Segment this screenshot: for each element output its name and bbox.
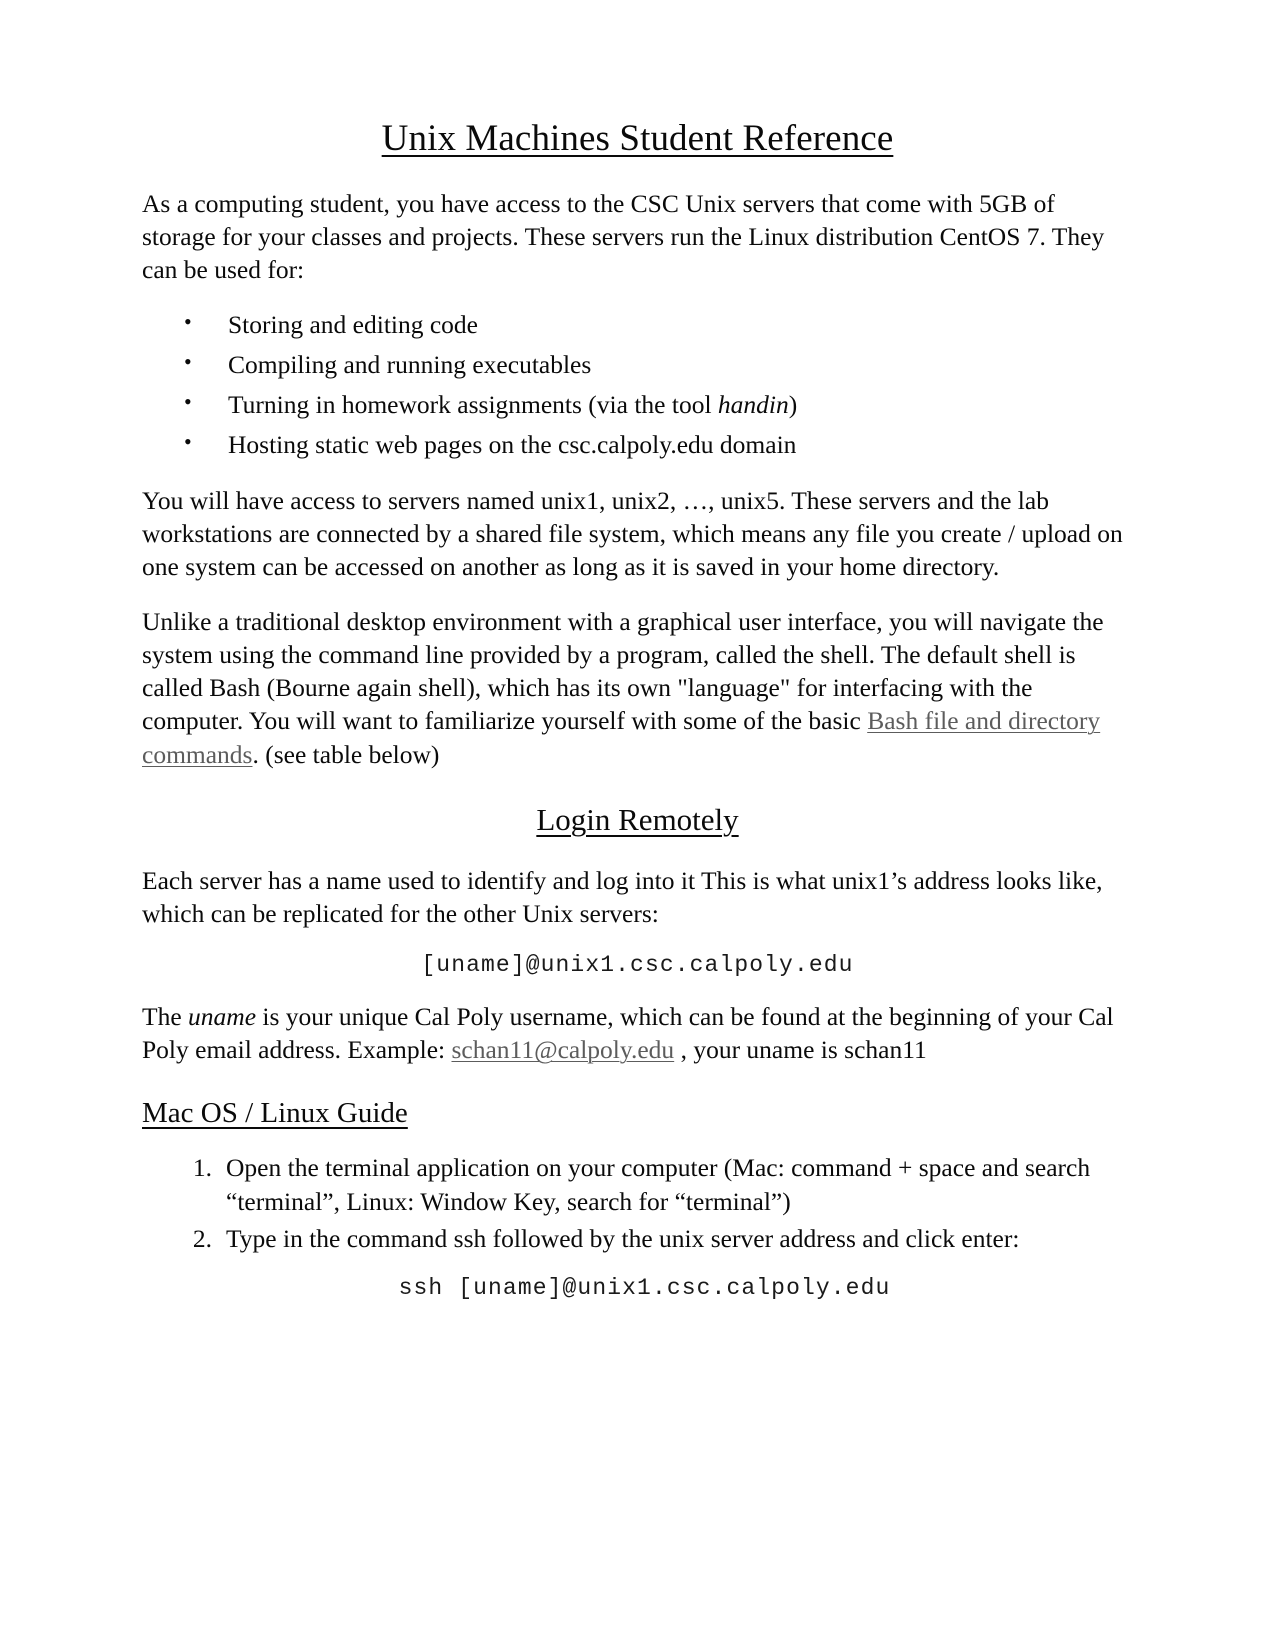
bullet-text-storing: Storing and editing code (228, 309, 478, 339)
login-remotely-heading-text: Login Remotely (536, 801, 739, 837)
bullet-text-hosting: Hosting static web pages on the csc.calp… (228, 430, 797, 460)
servers-paragraph: You will have access to servers named un… (142, 485, 1123, 581)
list-item: Turning in homework assignments (via the… (184, 387, 1133, 421)
uname-paragraph: The uname is your unique Cal Poly userna… (142, 1000, 1133, 1066)
list-item: Storing and editing code (184, 307, 1133, 341)
unix-address-code: [uname]@unix1.csc.calpoly.edu (421, 952, 854, 979)
bullet-text-handin-after: ) (788, 390, 798, 420)
uname-paragraph-before: The (142, 1002, 189, 1032)
page-title: Unix Machines Student Reference (142, 118, 1133, 161)
uname-paragraph-after: , your uname is schan11 (674, 1035, 927, 1065)
list-item: Compiling and running executables (184, 347, 1133, 381)
document-page: Unix Machines Student Reference As a com… (0, 0, 1275, 1650)
uname-italic: uname (188, 1002, 257, 1032)
intro-paragraph: As a computing student, you have access … (142, 188, 1105, 284)
step-2-text: Type in the command ssh followed by the … (226, 1223, 1020, 1253)
shell-paragraph-after-link: . (see table below) (252, 739, 440, 769)
ssh-command-code: ssh [uname]@unix1.csc.calpoly.edu (398, 1275, 891, 1302)
bullet-text-handin-before: Turning in homework assignments (via the… (228, 390, 718, 420)
login-intro-paragraph: Each server has a name used to identify … (142, 865, 1103, 928)
mac-linux-guide-heading: Mac OS / Linux Guide (142, 1096, 1133, 1131)
page-title-text: Unix Machines Student Reference (381, 118, 894, 159)
list-item: Open the terminal application on your co… (178, 1151, 1133, 1218)
list-item: Hosting static web pages on the csc.calp… (184, 427, 1133, 461)
mac-linux-steps-list: Open the terminal application on your co… (142, 1151, 1133, 1255)
shell-paragraph: Unlike a traditional desktop environment… (142, 605, 1133, 771)
email-link[interactable]: schan11@calpoly.edu (451, 1035, 674, 1064)
list-item: Type in the command ssh followed by the … (178, 1222, 1133, 1256)
login-remotely-heading: Login Remotely (142, 801, 1133, 838)
uses-bullet-list: Storing and editing code Compiling and r… (142, 307, 1133, 462)
bullet-text-compiling: Compiling and running executables (228, 350, 592, 380)
bullet-text-handin-italic: handin (717, 390, 789, 420)
mac-linux-guide-heading-text: Mac OS / Linux Guide (142, 1097, 408, 1130)
step-1-text: Open the terminal application on your co… (226, 1153, 1091, 1216)
